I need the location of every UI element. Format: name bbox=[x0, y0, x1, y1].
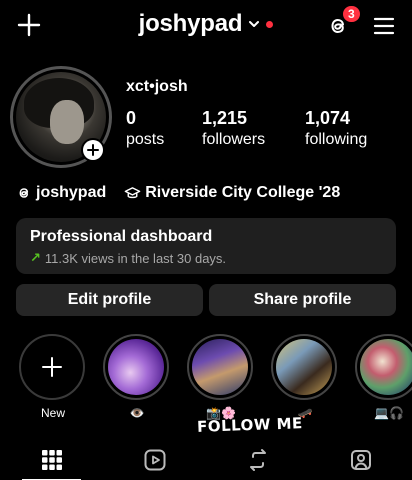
threads-handle[interactable]: joshypad bbox=[36, 184, 106, 202]
highlight-cover bbox=[192, 339, 248, 395]
highlight-label: 👁️ bbox=[129, 406, 145, 420]
share-profile-button[interactable]: Share profile bbox=[209, 284, 396, 316]
tagged-icon bbox=[350, 450, 371, 470]
tab-tagged[interactable] bbox=[309, 440, 412, 480]
profile-links: joshypad Riverside City College '28 bbox=[16, 184, 340, 202]
posts-stat: 0 posts bbox=[126, 108, 164, 149]
tab-reels[interactable] bbox=[103, 440, 206, 480]
reels-icon bbox=[144, 449, 165, 471]
threads-icon bbox=[19, 188, 29, 198]
highlight-item[interactable]: 🛹 bbox=[271, 334, 339, 420]
following-stat[interactable]: 1,074 following bbox=[305, 108, 367, 149]
school-icon bbox=[124, 186, 141, 198]
highlight-ring bbox=[187, 334, 253, 400]
highlight-cover bbox=[108, 339, 164, 395]
highlight-item[interactable]: 💻🎧 bbox=[355, 334, 412, 420]
add-story-button[interactable] bbox=[81, 138, 105, 162]
plus-icon bbox=[87, 144, 99, 156]
highlight-ring bbox=[355, 334, 412, 400]
highlight-cover bbox=[360, 339, 412, 395]
highlight-ring bbox=[103, 334, 169, 400]
chevron-down-icon bbox=[249, 21, 260, 27]
menu-icon bbox=[373, 17, 395, 35]
professional-dashboard[interactable]: Professional dashboard ↗ 11.3K views in … bbox=[16, 218, 396, 274]
dashboard-subtitle: 11.3K views in the last 30 days. bbox=[44, 250, 227, 266]
posts-count: 0 bbox=[126, 108, 137, 128]
following-label: following bbox=[305, 131, 368, 148]
dashboard-subtitle-row: ↗ 11.3K views in the last 30 days. bbox=[30, 250, 382, 266]
reposts-icon bbox=[249, 449, 266, 471]
following-count: 1,074 bbox=[305, 108, 351, 128]
followers-count: 1,215 bbox=[202, 108, 248, 128]
followers-label: followers bbox=[202, 131, 266, 148]
notification-badge: 3 bbox=[341, 4, 362, 24]
posts-label: posts bbox=[126, 131, 165, 148]
edit-profile-button[interactable]: Edit profile bbox=[16, 284, 203, 316]
highlight-cover bbox=[276, 339, 332, 395]
top-bar: joshypad 3 bbox=[0, 0, 412, 52]
highlight-item[interactable]: 👁️ bbox=[103, 334, 171, 420]
plus-icon bbox=[42, 357, 62, 377]
display-name: xct•josh bbox=[126, 78, 188, 95]
trend-up-icon: ↗ bbox=[30, 250, 41, 265]
grid-icon bbox=[41, 450, 62, 470]
highlight-label: New bbox=[40, 406, 65, 420]
school-name[interactable]: Riverside City College '28 bbox=[145, 184, 340, 202]
username: joshypad bbox=[138, 10, 243, 37]
profile-tabs bbox=[0, 440, 412, 480]
follow-me-sticker: FOLLOW ME bbox=[196, 414, 304, 436]
menu-button[interactable] bbox=[370, 12, 398, 40]
tab-posts-grid[interactable] bbox=[0, 440, 103, 480]
tab-reposts[interactable] bbox=[206, 440, 309, 480]
followers-stat[interactable]: 1,215 followers bbox=[202, 108, 265, 149]
notification-dot bbox=[266, 20, 274, 28]
highlight-item[interactable]: 📸🌸 bbox=[187, 334, 255, 420]
dashboard-title: Professional dashboard bbox=[30, 228, 213, 245]
highlight-ring bbox=[271, 334, 337, 400]
highlight-label: 💻🎧 bbox=[374, 406, 404, 420]
new-highlight-ring bbox=[19, 334, 85, 400]
new-highlight[interactable]: New bbox=[19, 334, 87, 420]
